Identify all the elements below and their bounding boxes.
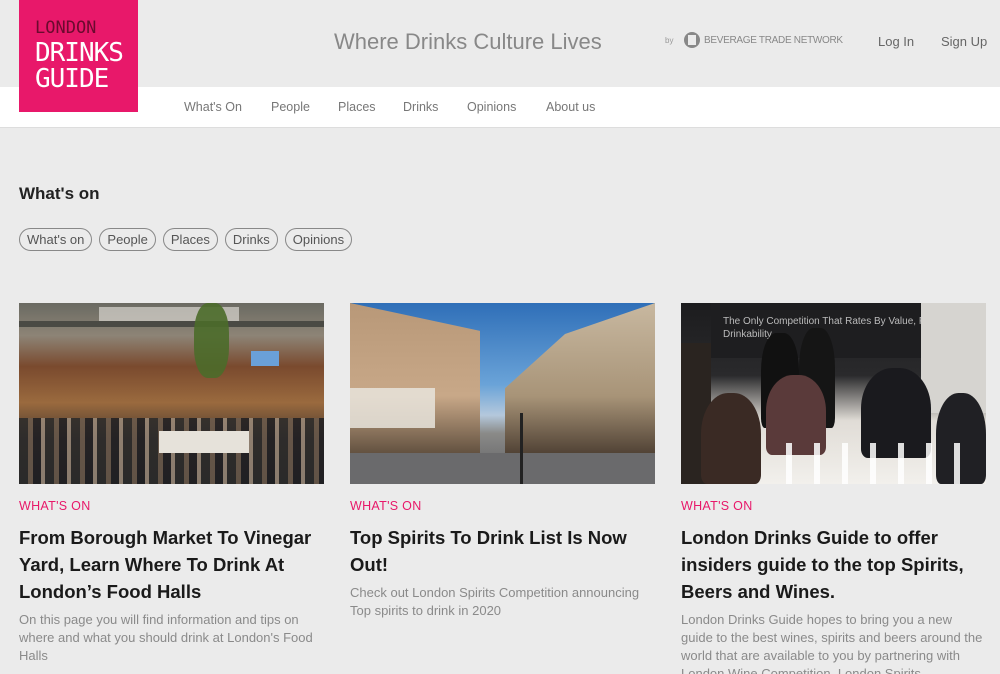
main-nav: What's On People Places Drinks Opinions … [0, 87, 1000, 128]
building-icon [684, 32, 700, 48]
article-description: London Drinks Guide hopes to bring you a… [681, 612, 983, 674]
article-title[interactable]: London Drinks Guide to offer insiders gu… [681, 524, 986, 605]
competition-image[interactable]: The Only Competition That Rates By Value… [681, 303, 986, 484]
logo-line-3: GUIDE [35, 64, 109, 94]
partner-name: BEVERAGE TRADE NETWORK [704, 34, 843, 46]
chip-whats-on[interactable]: What's on [19, 228, 93, 251]
by-label: by [665, 36, 674, 45]
chip-people[interactable]: People [99, 228, 156, 251]
article-card[interactable]: WHAT'S ON From Borough Market To Vinegar… [19, 303, 324, 665]
logo-line-2: DRINKS [35, 38, 124, 68]
regent-street-image[interactable] [350, 303, 655, 484]
article-description: On this page you will find information a… [19, 612, 313, 663]
partner-logo[interactable]: BEVERAGE TRADE NETWORK [684, 32, 843, 48]
chip-drinks[interactable]: Drinks [224, 228, 278, 251]
food-hall-image[interactable] [19, 303, 324, 484]
logo-line-1: LONDON [35, 18, 97, 38]
nav-item-whats-on[interactable]: What's On [184, 100, 242, 114]
site-tagline: Where Drinks Culture Lives [334, 29, 602, 54]
page-title: What's on [19, 184, 100, 203]
article-category[interactable]: WHAT'S ON [681, 499, 986, 513]
article-category[interactable]: WHAT'S ON [19, 499, 324, 513]
signup-link[interactable]: Sign Up [941, 34, 987, 49]
article-description: Check out London Spirits Competition ann… [350, 585, 640, 618]
filter-chips: What's on People Places Drinks Opinions [19, 228, 353, 251]
site-logo[interactable]: LONDON DRINKS GUIDE [19, 0, 138, 112]
chip-places[interactable]: Places [162, 228, 218, 251]
login-link[interactable]: Log In [878, 34, 914, 49]
nav-item-drinks[interactable]: Drinks [403, 100, 438, 114]
nav-item-places[interactable]: Places [338, 100, 376, 114]
article-card[interactable]: WHAT'S ON Top Spirits To Drink List Is N… [350, 303, 655, 620]
nav-item-people[interactable]: People [271, 100, 310, 114]
header: LONDON DRINKS GUIDE Where Drinks Culture… [0, 0, 1000, 112]
article-title[interactable]: From Borough Market To Vinegar Yard, Lea… [19, 524, 324, 605]
article-title[interactable]: Top Spirits To Drink List Is Now Out! [350, 524, 655, 578]
nav-item-about-us[interactable]: About us [546, 100, 595, 114]
article-category[interactable]: WHAT'S ON [350, 499, 655, 513]
chip-opinions[interactable]: Opinions [284, 228, 353, 251]
article-card[interactable]: The Only Competition That Rates By Value… [681, 303, 986, 674]
nav-item-opinions[interactable]: Opinions [467, 100, 516, 114]
